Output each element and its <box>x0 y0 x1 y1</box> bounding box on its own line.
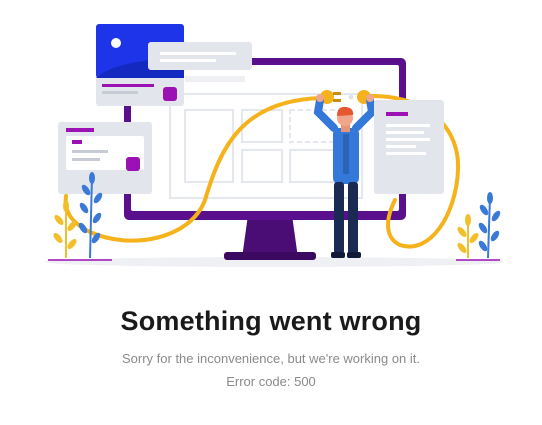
monitor-stand <box>224 215 316 260</box>
error-page: Something went wrong Sorry for the incon… <box>0 0 542 425</box>
error-message: Sorry for the inconvenience, but we're w… <box>121 351 421 366</box>
error-code: Error code: 500 <box>226 374 316 389</box>
error-illustration <box>45 24 505 267</box>
card-right <box>374 100 444 194</box>
plant-right-icon <box>456 192 501 261</box>
card-left <box>58 122 152 194</box>
card-text <box>148 42 252 70</box>
error-title: Something went wrong <box>120 306 422 336</box>
